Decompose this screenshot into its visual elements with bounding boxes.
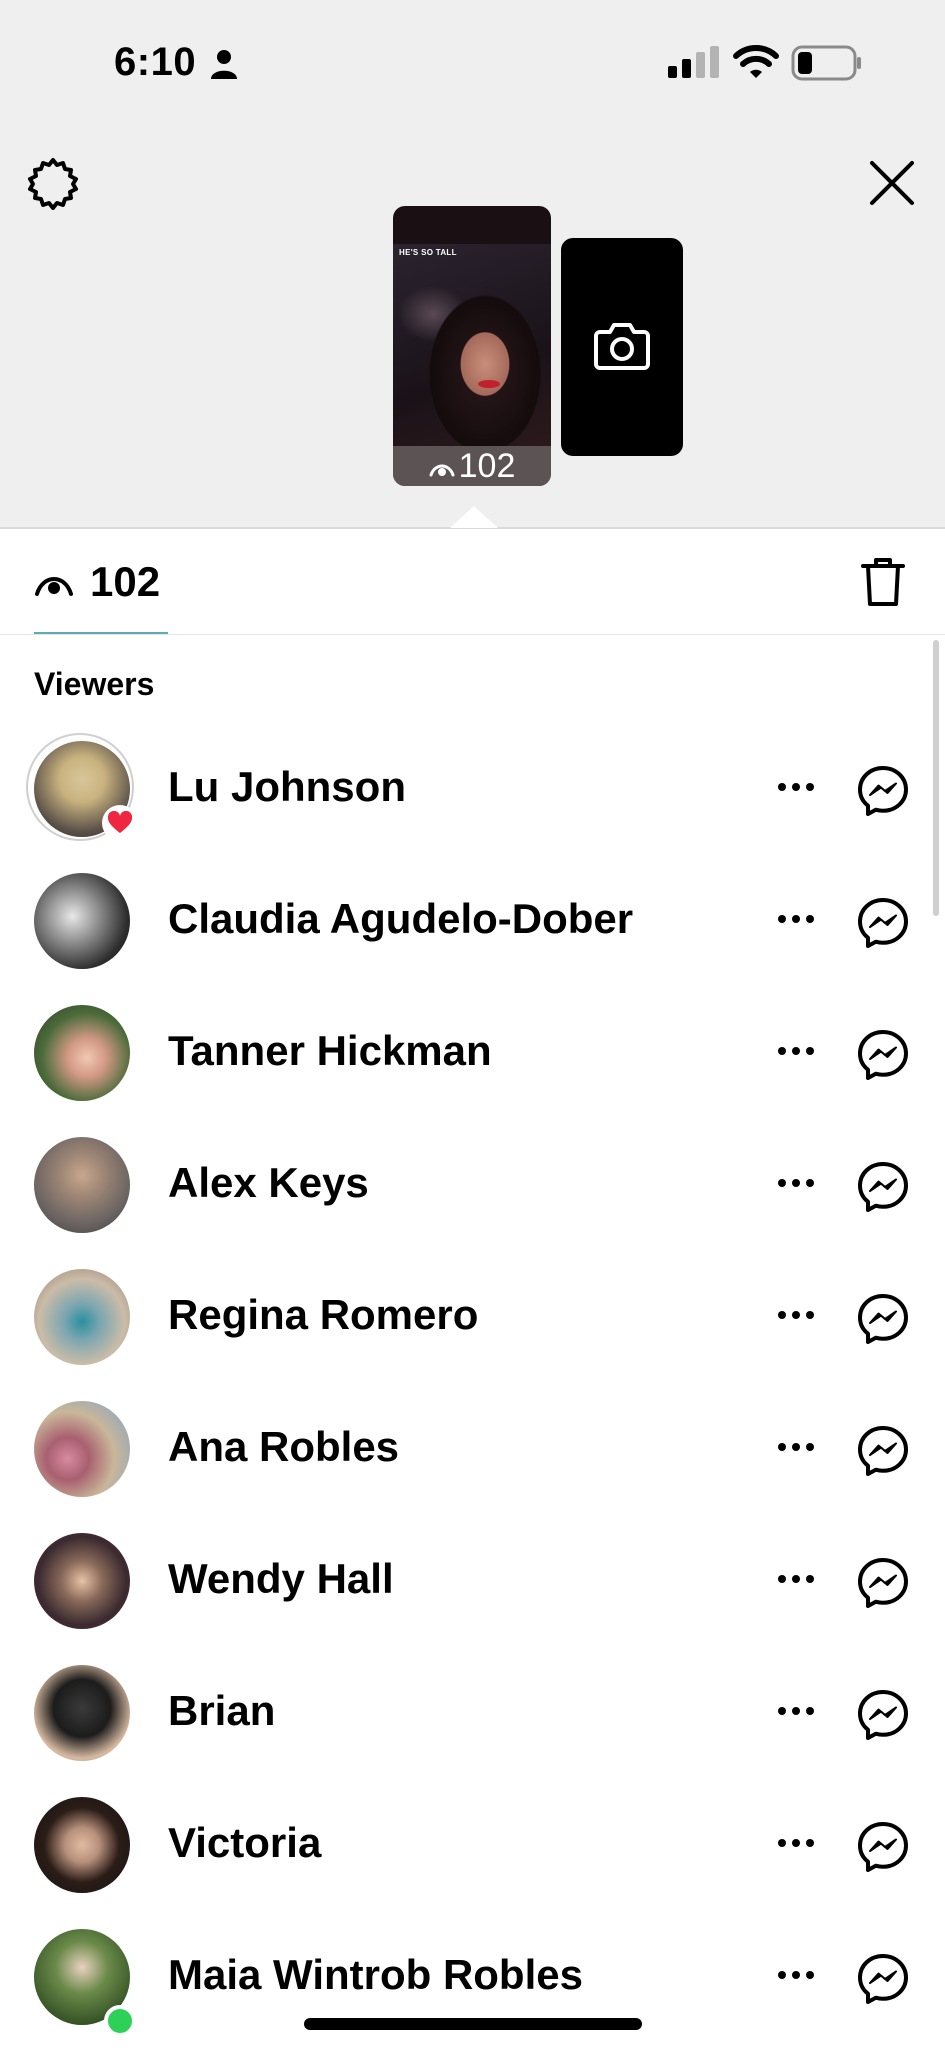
close-icon[interactable] [866, 157, 918, 209]
divider [0, 634, 945, 635]
viewer-row[interactable]: Ana Robles [0, 1391, 945, 1523]
viewer-row[interactable]: Alex Keys [0, 1127, 945, 1259]
cellular-signal-icon [668, 46, 719, 78]
viewer-row[interactable]: Claudia Agudelo-Dober [0, 863, 945, 995]
more-options-icon[interactable] [776, 1309, 816, 1321]
messenger-icon[interactable] [857, 1293, 909, 1345]
story-thumbnail[interactable]: HE'S SO TALL 102 [393, 206, 551, 486]
battery-icon [791, 45, 861, 81]
viewer-row[interactable]: Lu Johnson [0, 731, 945, 863]
story-photo [393, 244, 551, 454]
status-time: 6:10 [114, 40, 197, 84]
person-icon [211, 50, 237, 79]
viewer-name[interactable]: Claudia Agudelo-Dober [168, 895, 633, 943]
avatar[interactable] [34, 1665, 130, 1761]
avatar[interactable] [34, 1533, 130, 1629]
messenger-icon[interactable] [857, 1029, 909, 1081]
online-status-indicator [104, 2005, 136, 2037]
viewer-name[interactable]: Victoria [168, 1819, 321, 1867]
viewer-row[interactable]: Brian [0, 1655, 945, 1787]
messenger-icon[interactable] [857, 1557, 909, 1609]
heart-icon [107, 811, 133, 833]
viewer-name[interactable]: Regina Romero [168, 1291, 478, 1339]
avatar[interactable] [34, 1797, 130, 1893]
messenger-icon[interactable] [857, 1821, 909, 1873]
viewer-name[interactable]: Lu Johnson [168, 763, 406, 811]
wifi-icon [733, 45, 779, 78]
viewer-name[interactable]: Ana Robles [168, 1423, 399, 1471]
more-options-icon[interactable] [776, 1837, 816, 1849]
more-options-icon[interactable] [776, 913, 816, 925]
more-options-icon[interactable] [776, 781, 816, 793]
avatar[interactable] [34, 1269, 130, 1365]
more-options-icon[interactable] [776, 1045, 816, 1057]
avatar[interactable] [34, 873, 130, 969]
viewer-row[interactable]: Wendy Hall [0, 1523, 945, 1655]
more-options-icon[interactable] [776, 1573, 816, 1585]
eye-icon [429, 464, 455, 477]
avatar[interactable] [34, 1005, 130, 1101]
trash-icon[interactable] [860, 556, 906, 608]
viewer-row[interactable]: Tanner Hickman [0, 995, 945, 1127]
messenger-icon[interactable] [857, 1425, 909, 1477]
viewers-section-title: Viewers [34, 666, 155, 702]
more-options-icon[interactable] [776, 1441, 816, 1453]
camera-icon [594, 323, 650, 370]
viewer-row[interactable]: Maia Wintrob Robles [0, 1919, 945, 2051]
more-options-icon[interactable] [776, 1177, 816, 1189]
add-story-button[interactable] [561, 238, 683, 456]
messenger-icon[interactable] [857, 1953, 909, 2005]
views-count[interactable]: 102 [90, 558, 160, 606]
story-view-count: 102 [458, 446, 516, 485]
messenger-icon[interactable] [857, 897, 909, 949]
avatar[interactable] [34, 1401, 130, 1497]
more-options-icon[interactable] [776, 1969, 816, 1981]
settings-gear-icon[interactable] [26, 157, 80, 211]
eye-icon [35, 577, 73, 596]
selected-story-pointer [450, 506, 498, 528]
viewer-name[interactable]: Maia Wintrob Robles [168, 1951, 583, 1999]
viewer-name[interactable]: Brian [168, 1687, 275, 1735]
viewer-name[interactable]: Alex Keys [168, 1159, 369, 1207]
home-indicator[interactable] [304, 2018, 642, 2030]
viewer-name[interactable]: Tanner Hickman [168, 1027, 492, 1075]
viewer-row[interactable]: Regina Romero [0, 1259, 945, 1391]
story-caption: HE'S SO TALL [399, 248, 457, 257]
viewer-row[interactable]: Victoria [0, 1787, 945, 1919]
messenger-icon[interactable] [857, 765, 909, 817]
more-options-icon[interactable] [776, 1705, 816, 1717]
story-view-count-bar: 102 [393, 446, 551, 486]
avatar[interactable] [34, 1137, 130, 1233]
messenger-icon[interactable] [857, 1689, 909, 1741]
messenger-icon[interactable] [857, 1161, 909, 1213]
story-photo-detail [478, 380, 500, 388]
like-badge [102, 805, 138, 841]
viewer-name[interactable]: Wendy Hall [168, 1555, 394, 1603]
